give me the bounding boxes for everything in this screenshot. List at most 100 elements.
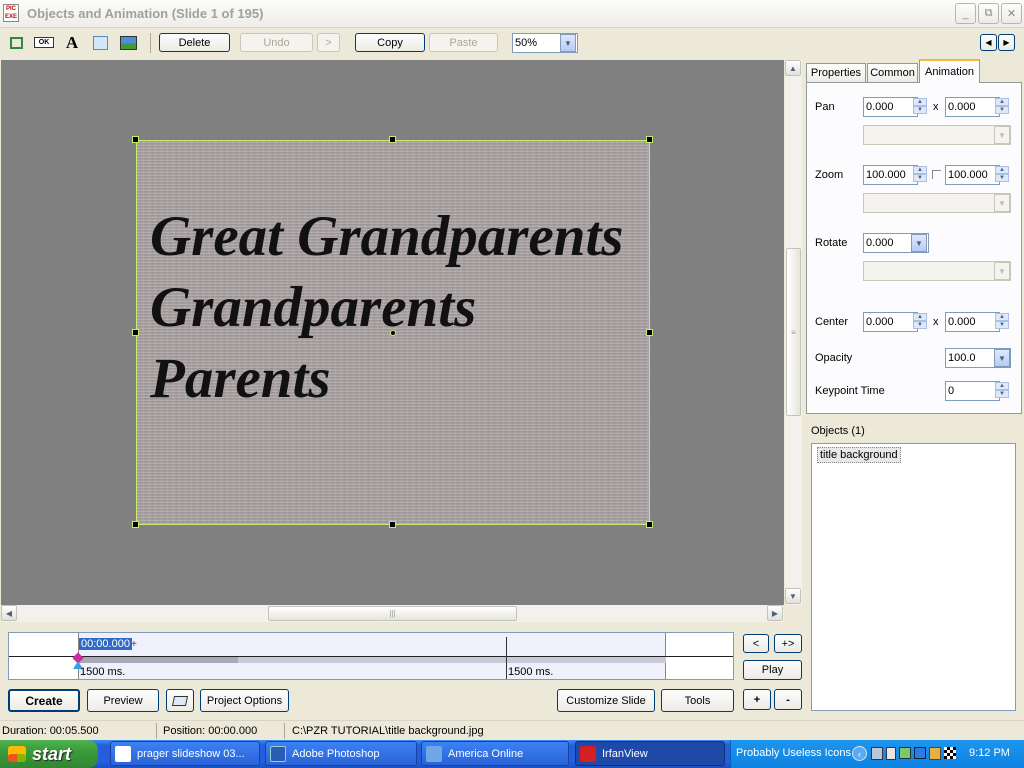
vertical-scrollbar[interactable]: ▲ ≡ ▼ bbox=[785, 60, 802, 605]
scroll-left-button[interactable]: ◀ bbox=[1, 605, 17, 621]
zoom-label: Zoom bbox=[815, 169, 844, 181]
customize-slide-button[interactable]: Customize Slide bbox=[557, 689, 655, 712]
remove-slide-button[interactable]: - bbox=[774, 689, 802, 710]
add-slide-button[interactable]: + bbox=[743, 689, 771, 710]
chevron-down-icon[interactable]: ▼ bbox=[994, 262, 1010, 280]
chevron-down-icon[interactable]: ▼ bbox=[560, 34, 576, 52]
minimize-button[interactable]: _ bbox=[955, 3, 976, 24]
scroll-up-button[interactable]: ▲ bbox=[785, 60, 801, 76]
undo-button[interactable]: Undo bbox=[240, 33, 313, 52]
pan-times-label: x bbox=[933, 101, 939, 113]
resize-handle-r[interactable] bbox=[646, 329, 653, 336]
preview-button[interactable]: Preview bbox=[87, 689, 159, 712]
resize-handle-tr[interactable] bbox=[646, 136, 653, 143]
create-button[interactable]: Create bbox=[8, 689, 80, 712]
taskbar-item-irfanview[interactable]: IrfanView bbox=[575, 741, 725, 766]
timeline-add-button[interactable]: +> bbox=[774, 634, 802, 653]
animation-panel: Pan 0.000 ▲ ▼ x 0.000 ▲ ▼ ▼ Zoom 100.000 ▲… bbox=[806, 82, 1022, 414]
center-x-input[interactable]: 0.000 bbox=[863, 312, 918, 332]
play-button[interactable]: Play bbox=[743, 660, 802, 680]
pan-x-spinner[interactable]: ▲ ▼ bbox=[913, 98, 927, 114]
zoom-y-input[interactable]: 100.000 bbox=[945, 165, 1000, 185]
taskbar-item-prager[interactable]: prager slideshow 03... bbox=[110, 741, 260, 766]
close-button[interactable]: ✕ bbox=[1001, 3, 1022, 24]
zoom-x-input[interactable]: 100.000 bbox=[863, 165, 918, 185]
tab-common[interactable]: Common bbox=[867, 63, 918, 82]
shape-icon[interactable] bbox=[90, 34, 110, 51]
center-y-input[interactable]: 0.000 bbox=[945, 312, 1000, 332]
resize-handle-t[interactable] bbox=[389, 136, 396, 143]
pan-y-input[interactable]: 0.000 bbox=[945, 97, 1000, 117]
ok-button-icon[interactable]: OK bbox=[34, 34, 54, 51]
paste-button[interactable]: Paste bbox=[429, 33, 498, 52]
taskbar-item-aol[interactable]: America Online bbox=[421, 741, 569, 766]
project-options-button[interactable]: Project Options bbox=[200, 689, 289, 712]
center-handle[interactable] bbox=[390, 330, 396, 336]
timeline-add-keypoint[interactable]: + bbox=[131, 639, 137, 650]
pan-curve-select[interactable] bbox=[863, 125, 1011, 145]
rotate-curve-select[interactable] bbox=[863, 261, 1011, 281]
keypoint-time-input[interactable]: 0 bbox=[945, 381, 1000, 401]
tab-properties[interactable]: Properties bbox=[806, 63, 866, 82]
horizontal-scrollbar[interactable]: ◀ ||| ▶ bbox=[1, 605, 784, 622]
status-bar: Duration: 00:05.500 Position: 00:00.000 … bbox=[0, 720, 1024, 740]
scroll-right-button[interactable]: ▶ bbox=[767, 605, 783, 621]
timeline-time-display[interactable]: 00:00.000 bbox=[79, 638, 132, 650]
monitor-icon[interactable] bbox=[899, 747, 911, 759]
taskbar-item-label: America Online bbox=[448, 747, 524, 760]
text-icon[interactable]: A bbox=[62, 33, 82, 52]
nav-next-button[interactable]: ▶ bbox=[998, 34, 1015, 51]
volume-icon[interactable] bbox=[886, 747, 896, 760]
resize-handle-tl[interactable] bbox=[132, 136, 139, 143]
slide-text: Great Grandparents Grandparents Parents bbox=[150, 201, 645, 414]
delete-button[interactable]: Delete bbox=[159, 33, 230, 52]
objects-heading: Objects (1) bbox=[811, 425, 865, 437]
timeline[interactable]: 00:00.000 + 1500 ms. 1500 ms. bbox=[8, 632, 734, 680]
taskbar-item-label: prager slideshow 03... bbox=[137, 747, 245, 760]
chevron-down-icon[interactable]: ▼ bbox=[994, 126, 1010, 144]
resize-handle-l[interactable] bbox=[132, 329, 139, 336]
network-icon[interactable] bbox=[871, 747, 883, 760]
timeline-prev-button[interactable]: < bbox=[743, 634, 769, 653]
tray-app-icon[interactable] bbox=[914, 747, 926, 759]
scroll-down-button[interactable]: ▼ bbox=[785, 588, 801, 604]
horizontal-scroll-thumb[interactable]: ||| bbox=[268, 606, 517, 621]
center-times-label: x bbox=[933, 316, 939, 328]
center-x-spinner[interactable]: ▲ ▼ bbox=[913, 313, 927, 329]
pan-y-spinner[interactable]: ▲ ▼ bbox=[995, 98, 1009, 114]
center-y-spinner[interactable]: ▲ ▼ bbox=[995, 313, 1009, 329]
chevron-down-icon[interactable]: ▼ bbox=[994, 349, 1010, 367]
pan-x-input[interactable]: 0.000 bbox=[863, 97, 918, 117]
image-icon[interactable] bbox=[118, 34, 138, 51]
app-icon[interactable]: PIC EXE bbox=[3, 4, 19, 22]
start-button[interactable]: start bbox=[0, 740, 98, 768]
zoom-curve-select[interactable] bbox=[863, 193, 1011, 213]
taskbar-item-label: Adobe Photoshop bbox=[292, 747, 380, 760]
rectangle-select-icon[interactable] bbox=[6, 34, 26, 51]
tray-expand-icon[interactable]: ‹ bbox=[852, 746, 867, 761]
resize-handle-b[interactable] bbox=[389, 521, 396, 528]
keypoint-time-value: 0 bbox=[948, 385, 955, 397]
objects-list[interactable]: title background bbox=[811, 443, 1016, 711]
zoom-lock-checkbox[interactable] bbox=[932, 170, 941, 179]
list-item[interactable]: title background bbox=[817, 447, 901, 463]
nav-prev-button[interactable]: ◀ bbox=[980, 34, 997, 51]
zoom-value: 50% bbox=[515, 37, 538, 49]
checker-icon[interactable] bbox=[944, 747, 956, 759]
shield-icon[interactable] bbox=[929, 747, 941, 760]
taskbar-item-photoshop[interactable]: Adobe Photoshop bbox=[265, 741, 417, 766]
vertical-scroll-thumb[interactable]: ≡ bbox=[786, 248, 801, 416]
maximize-button[interactable]: ⧉ bbox=[978, 3, 999, 24]
zoom-y-spinner[interactable]: ▲ ▼ bbox=[995, 166, 1009, 182]
resize-handle-br[interactable] bbox=[646, 521, 653, 528]
chevron-down-icon[interactable]: ▼ bbox=[994, 194, 1010, 212]
resize-handle-bl[interactable] bbox=[132, 521, 139, 528]
zoom-x-spinner[interactable]: ▲ ▼ bbox=[913, 166, 927, 182]
redo-button[interactable]: > bbox=[317, 33, 340, 52]
tools-button[interactable]: Tools bbox=[661, 689, 734, 712]
chevron-down-icon[interactable]: ▼ bbox=[911, 234, 927, 252]
keypoint-time-spinner[interactable]: ▲ ▼ bbox=[995, 382, 1009, 398]
tab-animation[interactable]: Animation bbox=[919, 59, 980, 83]
copy-button[interactable]: Copy bbox=[355, 33, 425, 52]
slide-list-button[interactable] bbox=[166, 689, 194, 712]
